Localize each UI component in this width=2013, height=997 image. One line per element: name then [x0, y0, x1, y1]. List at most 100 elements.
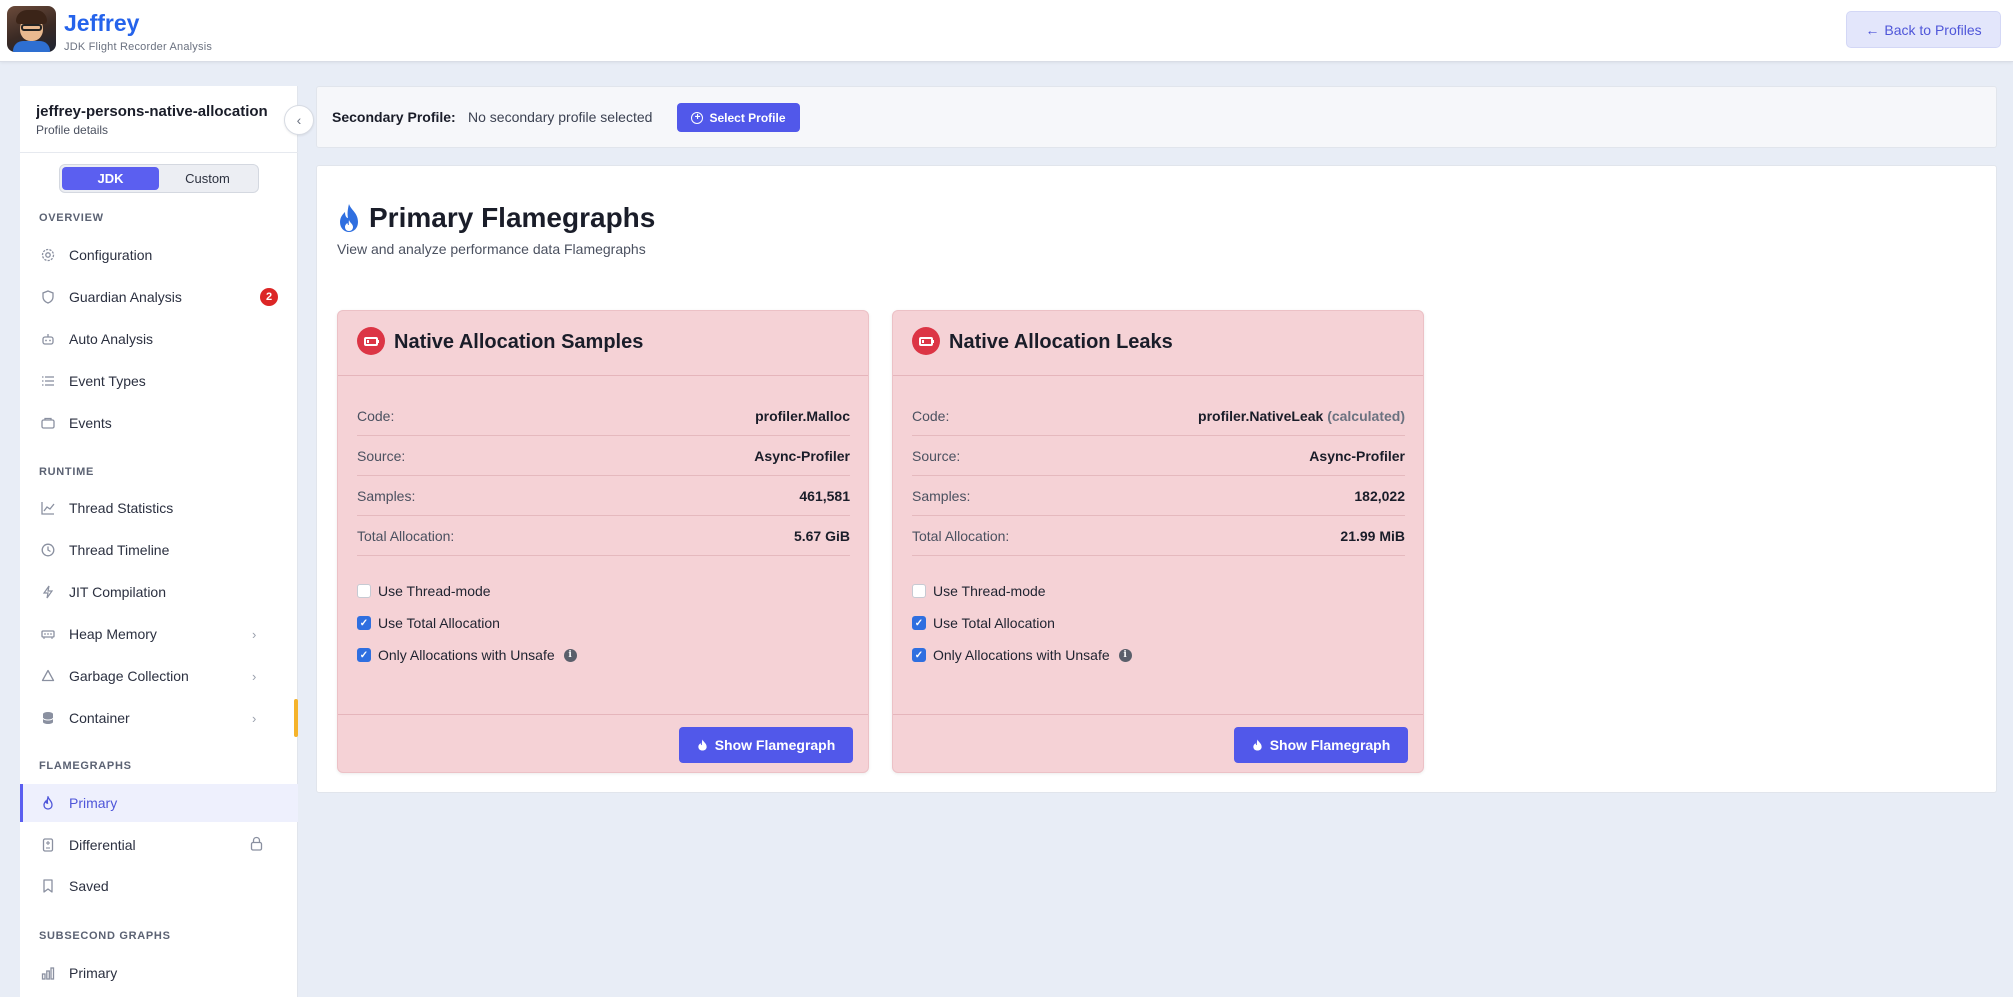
info-row-samples: Samples: 182,022	[912, 476, 1405, 516]
select-profile-button[interactable]: + Select Profile	[677, 103, 800, 132]
gear-icon	[40, 247, 56, 263]
app-title[interactable]: Jeffrey	[64, 10, 139, 37]
sidebar-item-label: Primary	[69, 965, 118, 981]
sidebar-item-thread-statistics[interactable]: Thread Statistics	[20, 489, 298, 527]
database-icon	[40, 710, 56, 726]
guardian-count-badge: 2	[260, 288, 278, 306]
back-to-profiles-button[interactable]: ← Back to Profiles	[1846, 11, 2001, 48]
sidebar-item-thread-timeline[interactable]: Thread Timeline	[20, 531, 298, 569]
chevron-right-icon: ›	[252, 668, 257, 684]
chevron-left-icon: ‹	[296, 112, 302, 128]
collapse-sidebar-button[interactable]: ‹	[284, 105, 314, 135]
unsafe-allocations-checkbox[interactable]: ✓ Only Allocations with Unsafe i	[912, 645, 1132, 665]
fire-icon	[698, 739, 707, 751]
checkbox-unchecked[interactable]	[357, 584, 371, 598]
card-header: Native Allocation Leaks	[893, 311, 1423, 376]
card-header: Native Allocation Samples	[338, 311, 868, 376]
main-panel: Primary Flamegraphs View and analyze per…	[316, 165, 1997, 793]
info-row-source: Source: Async-Profiler	[357, 436, 850, 476]
row-key: Samples:	[912, 487, 971, 504]
card-footer-divider	[893, 714, 1423, 715]
total-allocation-checkbox[interactable]: ✓ Use Total Allocation	[357, 613, 500, 633]
checkbox-label: Use Thread-mode	[933, 583, 1046, 599]
row-value: 21.99 MiB	[1340, 527, 1405, 544]
section-overview: OVERVIEW	[39, 212, 104, 224]
checkbox-checked[interactable]: ✓	[357, 616, 371, 630]
sidebar-item-garbage-collection[interactable]: Garbage Collection ›	[20, 657, 298, 695]
row-key: Code:	[912, 407, 950, 424]
back-to-profiles-label: Back to Profiles	[1884, 21, 1982, 38]
row-value: 182,022	[1354, 487, 1405, 504]
sidebar-item-differential[interactable]: Differential	[20, 826, 298, 864]
shield-icon	[40, 289, 56, 305]
sidebar-item-configuration[interactable]: Configuration	[20, 236, 298, 274]
mode-tab-custom[interactable]: Custom	[159, 167, 256, 190]
thread-mode-checkbox[interactable]: Use Thread-mode	[912, 581, 1046, 601]
sidebar-item-label: Differential	[69, 837, 136, 853]
sidebar-item-events[interactable]: Events	[20, 404, 298, 442]
sidebar-item-auto-analysis[interactable]: Auto Analysis	[20, 320, 298, 358]
app-logo[interactable]	[7, 6, 56, 52]
sidebar-item-label: JIT Compilation	[69, 584, 167, 600]
flamegraph-card-samples: Native Allocation Samples Code: profiler…	[337, 310, 869, 773]
info-icon[interactable]: i	[1118, 648, 1132, 662]
checkbox-unchecked[interactable]	[912, 584, 926, 598]
top-bar: Jeffrey JDK Flight Recorder Analysis ← B…	[0, 0, 2013, 62]
checkbox-label: Only Allocations with Unsafe	[933, 647, 1110, 663]
thread-mode-checkbox[interactable]: Use Thread-mode	[357, 581, 491, 601]
chart-line-icon	[40, 500, 56, 516]
lock-icon	[250, 836, 263, 854]
scroll-indicator[interactable]	[294, 699, 298, 737]
sidebar: jeffrey-persons-native-allocation Profil…	[20, 86, 314, 997]
memory-chip-icon	[912, 327, 940, 355]
total-allocation-checkbox[interactable]: ✓ Use Total Allocation	[912, 613, 1055, 633]
card-title: Native Allocation Samples	[394, 331, 644, 353]
sidebar-item-label: Primary	[69, 795, 118, 811]
row-value: 461,581	[799, 487, 850, 504]
section-flamegraphs: FLAMEGRAPHS	[39, 760, 132, 772]
sidebar-item-guardian-analysis[interactable]: Guardian Analysis 2	[20, 278, 298, 316]
profile-name: jeffrey-persons-native-allocation	[36, 103, 268, 120]
row-value-group: profiler.NativeLeak (calculated)	[1198, 408, 1405, 424]
memory-icon	[40, 626, 56, 642]
bar-chart-icon	[40, 965, 56, 981]
recycle-icon	[40, 668, 56, 684]
row-value: 5.67 GiB	[793, 527, 850, 544]
lightning-icon	[40, 584, 56, 600]
sidebar-item-heap-memory[interactable]: Heap Memory ›	[20, 615, 298, 653]
row-value: profiler.NativeLeak	[1198, 407, 1324, 424]
sidebar-item-label: Configuration	[69, 247, 153, 263]
row-value: profiler.Malloc	[755, 407, 850, 424]
checkbox-checked[interactable]: ✓	[912, 616, 926, 630]
sidebar-item-primary-subsecond[interactable]: Primary	[20, 954, 298, 992]
show-flamegraph-button[interactable]: Show Flamegraph	[1234, 727, 1408, 763]
sidebar-item-container[interactable]: Container ›	[20, 699, 298, 737]
row-key: Total Allocation:	[357, 527, 455, 544]
sidebar-item-label: Garbage Collection	[69, 668, 189, 684]
page-subtitle: View and analyze performance data Flameg…	[337, 241, 646, 257]
checkbox-label: Use Thread-mode	[378, 583, 491, 599]
memory-chip-icon	[357, 327, 385, 355]
sidebar-item-label: Thread Timeline	[69, 542, 170, 558]
show-flamegraph-button[interactable]: Show Flamegraph	[679, 727, 853, 763]
info-row-total-allocation: Total Allocation: 5.67 GiB	[357, 516, 850, 556]
sidebar-item-label: Auto Analysis	[69, 331, 154, 347]
arrow-left-icon: ←	[1865, 21, 1880, 38]
sidebar-item-primary-flamegraph[interactable]: Primary	[20, 784, 298, 822]
sidebar-item-saved[interactable]: Saved	[20, 867, 298, 905]
info-row-source: Source: Async-Profiler	[912, 436, 1405, 476]
row-key: Code:	[357, 407, 395, 424]
checkbox-checked[interactable]: ✓	[357, 648, 371, 662]
sidebar-item-event-types[interactable]: Event Types	[20, 362, 298, 400]
secondary-profile-label: Secondary Profile:	[332, 109, 456, 125]
row-value: Async-Profiler	[1309, 447, 1405, 464]
folder-icon	[40, 415, 56, 431]
info-icon[interactable]: i	[563, 648, 577, 662]
unsafe-allocations-checkbox[interactable]: ✓ Only Allocations with Unsafe i	[357, 645, 577, 665]
sidebar-item-label: Heap Memory	[69, 626, 157, 642]
mode-tab-jdk[interactable]: JDK	[62, 167, 159, 190]
info-row-code: Code: profiler.Malloc	[357, 396, 850, 436]
sidebar-item-jit-compilation[interactable]: JIT Compilation	[20, 573, 298, 611]
checkbox-checked[interactable]: ✓	[912, 648, 926, 662]
calculated-note: (calculated)	[1327, 407, 1405, 424]
